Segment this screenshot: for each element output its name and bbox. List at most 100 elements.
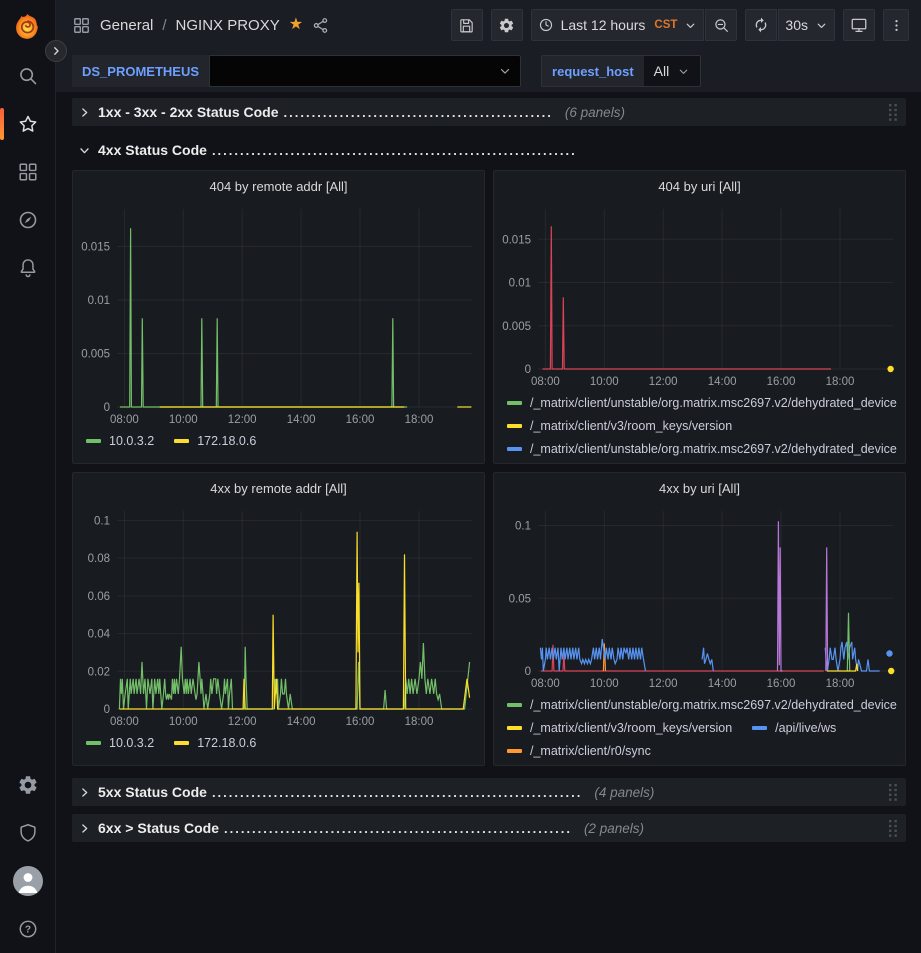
legend-label: 10.0.3.2 xyxy=(109,431,154,451)
sidebar-expand-button[interactable] xyxy=(45,40,67,62)
cycle-view-mode-button[interactable] xyxy=(843,9,875,41)
time-picker-button[interactable]: Last 12 hours CST xyxy=(531,9,705,41)
bell-icon xyxy=(17,257,39,279)
legend-swatch xyxy=(507,447,522,451)
row-drag-handle[interactable] xyxy=(888,103,898,121)
avatar xyxy=(13,866,43,896)
refresh-icon xyxy=(753,17,769,33)
legend-item[interactable]: /_matrix/client/unstable/org.matrix.msc2… xyxy=(507,764,897,765)
row-header-6xx[interactable]: 6xx > Status Code ......................… xyxy=(72,814,906,842)
breadcrumb-dashboard-title[interactable]: NGINX PROXY xyxy=(176,17,280,34)
apps-icon xyxy=(72,16,91,35)
timeseries-chart[interactable]: 00.020.040.060.080.108:0010:0012:0014:00… xyxy=(73,501,484,729)
sidebar: ? xyxy=(0,0,56,953)
sidebar-item-explore[interactable] xyxy=(0,196,56,244)
save-icon xyxy=(458,17,475,34)
legend-item[interactable]: /api/live/ws xyxy=(752,718,836,738)
variable-label-ds-prometheus: DS_PROMETHEUS xyxy=(72,55,209,87)
panel-title[interactable]: 404 by remote addr [All] xyxy=(73,173,484,199)
breadcrumb-separator: / xyxy=(162,17,166,34)
breadcrumb: General / NGINX PROXY ★ xyxy=(72,16,329,35)
row-title: 1xx - 3xx - 2xx Status Code xyxy=(98,104,279,120)
variable-select-ds-prometheus[interactable] xyxy=(209,55,521,87)
legend-label: 10.0.3.2 xyxy=(109,733,154,753)
share-icon[interactable] xyxy=(312,17,329,34)
svg-text:14:00: 14:00 xyxy=(287,414,316,426)
search-icon xyxy=(17,65,39,87)
panel-4xx-by-uri: 4xx by uri [All] 00.050.108:0010:0012:00… xyxy=(493,472,906,766)
legend-swatch xyxy=(507,401,522,405)
refresh-group: 30s xyxy=(745,9,835,41)
sidebar-item-server-admin[interactable] xyxy=(0,809,56,857)
dashboard-settings-button[interactable] xyxy=(491,9,523,41)
legend-item[interactable]: /_matrix/client/r0/sync xyxy=(507,741,651,761)
row-drag-handle[interactable] xyxy=(888,819,898,837)
sidebar-item-alerting[interactable] xyxy=(0,244,56,292)
sidebar-item-starred[interactable] xyxy=(0,100,56,148)
svg-text:16:00: 16:00 xyxy=(767,376,796,388)
legend-item[interactable]: /_matrix/client/v3/room_keys/version xyxy=(507,416,732,436)
svg-text:08:00: 08:00 xyxy=(531,678,560,690)
legend-item[interactable]: /_matrix/client/v3/room_keys/version xyxy=(507,462,732,463)
legend-label: /_matrix/client/v3/room_keys/version xyxy=(530,718,732,738)
sidebar-item-search[interactable] xyxy=(0,52,56,100)
panel-legend: 10.0.3.2 172.18.0.6 xyxy=(73,427,484,457)
row-header-5xx[interactable]: 5xx Status Code ........................… xyxy=(72,778,906,806)
breadcrumb-section[interactable]: General xyxy=(100,17,153,34)
timeseries-chart[interactable]: 00.0050.010.01508:0010:0012:0014:0016:00… xyxy=(73,199,484,427)
kebab-icon xyxy=(889,17,904,34)
legend-item[interactable]: /_matrix/client/v3/room_keys/version xyxy=(507,718,732,738)
svg-text:0.01: 0.01 xyxy=(509,278,531,290)
svg-text:10:00: 10:00 xyxy=(590,678,619,690)
legend-item[interactable]: 172.18.0.6 xyxy=(174,733,256,753)
refresh-interval-value: 30s xyxy=(785,17,808,33)
svg-text:10:00: 10:00 xyxy=(590,376,619,388)
panel-4xx-by-remote-addr: 4xx by remote addr [All] 00.020.040.060.… xyxy=(72,472,485,766)
legend-item[interactable]: /_matrix/client/unstable/org.matrix.msc2… xyxy=(507,393,897,413)
panel-title[interactable]: 4xx by uri [All] xyxy=(494,475,905,501)
svg-text:18:00: 18:00 xyxy=(826,678,855,690)
refresh-button[interactable] xyxy=(745,9,777,41)
refresh-interval-dropdown[interactable]: 30s xyxy=(778,9,835,41)
more-options-button[interactable] xyxy=(883,9,909,41)
svg-text:16:00: 16:00 xyxy=(346,716,375,728)
sidebar-item-help[interactable]: ? xyxy=(0,905,56,953)
favorite-star-icon[interactable]: ★ xyxy=(289,17,303,33)
zoom-out-time-button[interactable] xyxy=(705,9,737,41)
svg-text:12:00: 12:00 xyxy=(228,716,257,728)
variable-select-request-host[interactable]: All xyxy=(644,55,702,87)
variable-value-request-host: All xyxy=(654,63,670,79)
dashboard-scroll-area: 1xx - 3xx - 2xx Status Code ............… xyxy=(56,92,921,953)
svg-text:18:00: 18:00 xyxy=(405,716,434,728)
row-leader-dots: ........................................… xyxy=(212,785,582,800)
legend-swatch xyxy=(174,439,189,443)
legend-item[interactable]: /sw.js xyxy=(752,462,806,463)
legend-item[interactable]: /_matrix/client/unstable/org.matrix.msc2… xyxy=(507,695,897,715)
sidebar-item-configuration[interactable] xyxy=(0,761,56,809)
nav-actions: Last 12 hours CST 30s xyxy=(451,9,909,41)
legend-item[interactable]: 10.0.3.2 xyxy=(86,431,154,451)
timeseries-chart[interactable]: 00.050.108:0010:0012:0014:0016:0018:00 xyxy=(494,501,905,691)
svg-text:0.1: 0.1 xyxy=(515,521,531,533)
svg-text:14:00: 14:00 xyxy=(708,678,737,690)
chevron-down-icon xyxy=(498,64,512,78)
legend-item[interactable]: /_matrix/client/unstable/org.matrix.msc2… xyxy=(507,439,897,459)
row-header-4xx[interactable]: 4xx Status Code ........................… xyxy=(72,136,906,164)
sidebar-item-profile[interactable] xyxy=(0,857,56,905)
sidebar-item-dashboards[interactable] xyxy=(0,148,56,196)
legend-label: /_matrix/client/r0/sync xyxy=(530,741,651,761)
svg-text:0.1: 0.1 xyxy=(94,515,110,527)
panel-title[interactable]: 404 by uri [All] xyxy=(494,173,905,199)
row-drag-handle[interactable] xyxy=(888,783,898,801)
legend-item[interactable]: 10.0.3.2 xyxy=(86,733,154,753)
row-header-1xx-3xx-2xx[interactable]: 1xx - 3xx - 2xx Status Code ............… xyxy=(72,98,906,126)
row-leader-dots: ........................................… xyxy=(224,821,572,836)
save-dashboard-button[interactable] xyxy=(451,9,483,41)
timeseries-chart[interactable]: 00.0050.010.01508:0010:0012:0014:0016:00… xyxy=(494,199,905,389)
panel-title[interactable]: 4xx by remote addr [All] xyxy=(73,475,484,501)
variable-label-request-host: request_host xyxy=(541,55,644,87)
legend-item[interactable]: 172.18.0.6 xyxy=(174,431,256,451)
variables-bar: DS_PROMETHEUS request_host All xyxy=(56,50,921,92)
svg-text:0.015: 0.015 xyxy=(81,242,110,254)
legend-label: /_matrix/client/unstable/org.matrix.msc2… xyxy=(530,695,897,715)
